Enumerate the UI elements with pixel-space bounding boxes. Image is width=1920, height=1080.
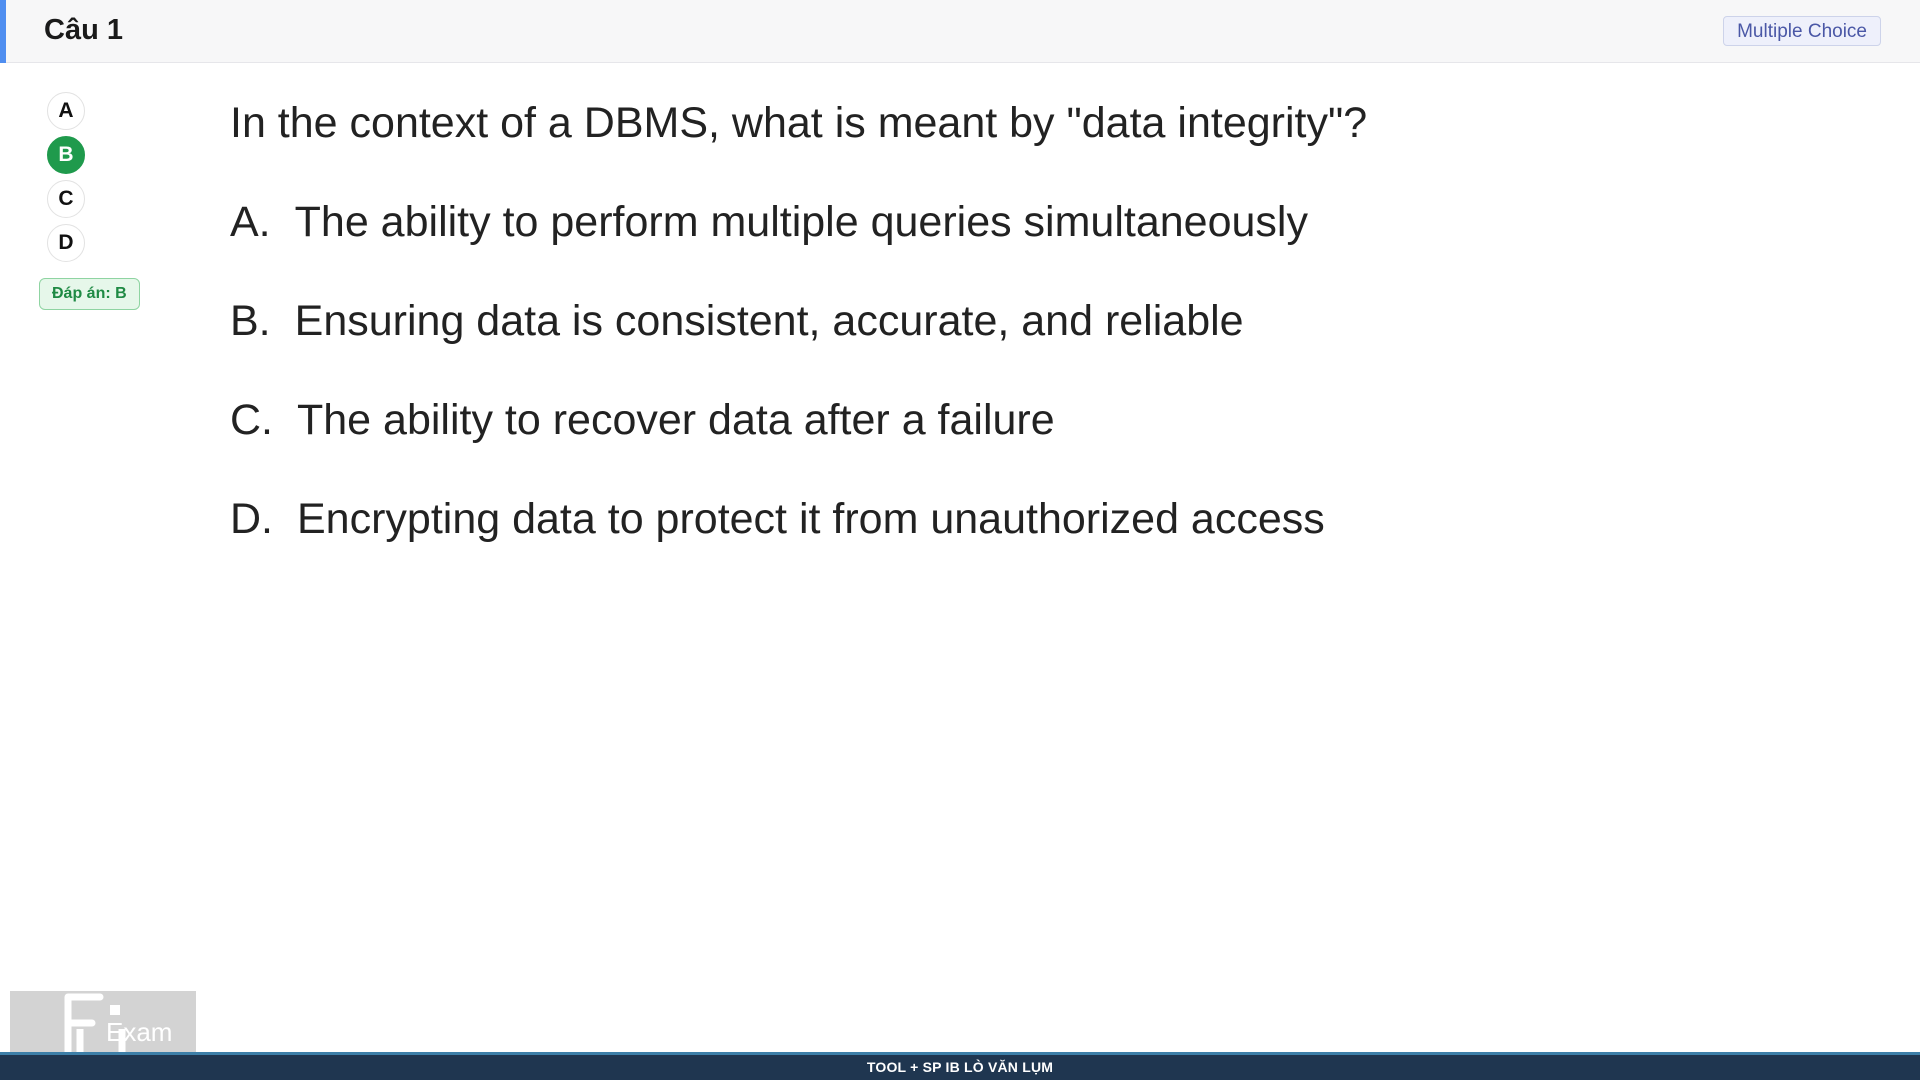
footer-text: TOOL + SP IB LÒ VĂN LỤM [866,1059,1054,1075]
option-text: Ensuring data is consistent, accurate, a… [294,297,1244,345]
header-accent-bar [0,0,6,63]
question-header: Câu 1 Multiple Choice [0,0,1920,63]
option-text: Encrypting data to protect it from unaut… [297,495,1325,543]
question-content: In the context of a DBMS, what is meant … [230,95,1830,590]
question-number: Câu 1 [44,14,123,46]
option-letter: C. [230,396,273,444]
option-d: D. Encrypting data to protect it from una… [230,491,1830,547]
option-text: The ability to perform multiple queries … [294,198,1308,246]
logo-text: Exam [106,1017,172,1047]
choice-c-button[interactable]: C [47,180,85,218]
exam-page: Câu 1 Multiple Choice A B C D Đáp án: B … [0,0,1920,1080]
question-text: In the context of a DBMS, what is meant … [230,99,1368,147]
option-text: The ability to recover data after a fail… [297,396,1055,444]
choice-d-button[interactable]: D [47,224,85,262]
option-letter: B. [230,297,271,345]
question-type-badge: Multiple Choice [1723,16,1881,46]
answer-key-badge: Đáp án: B [39,278,140,310]
choice-b-button[interactable]: B [47,136,85,174]
option-a: A. The ability to perform multiple querie… [230,194,1830,250]
answer-choice-selector: A B C D [47,92,85,268]
option-letter: A. [230,198,271,246]
option-b: B. Ensuring data is consistent, accurate,… [230,293,1830,349]
option-letter: D. [230,495,273,543]
footer-bar: TOOL + SP IB LÒ VĂN LỤM [0,1052,1920,1080]
choice-a-button[interactable]: A [47,92,85,130]
option-c: C. The ability to recover data after a fa… [230,392,1830,448]
